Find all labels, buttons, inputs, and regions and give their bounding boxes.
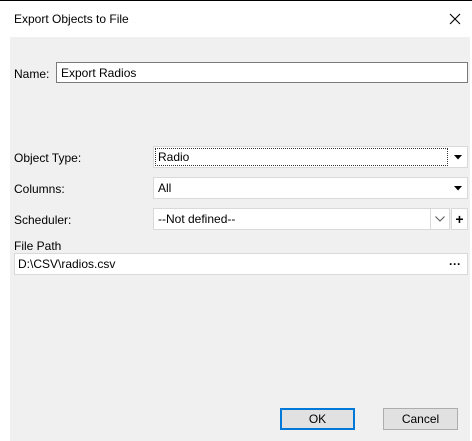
- add-scheduler-button[interactable]: +: [451, 208, 468, 230]
- name-field-value: Export Radios: [61, 65, 137, 80]
- ellipsis-icon: ···: [449, 257, 461, 271]
- scheduler-dropdown-button[interactable]: [430, 209, 449, 229]
- chevron-down-icon: [435, 216, 445, 222]
- name-label: Name:: [14, 67, 50, 81]
- dialog-body: Name: Export Radios Object Type: Radio C…: [10, 37, 470, 441]
- close-button[interactable]: [438, 1, 472, 37]
- chevron-down-icon[interactable]: [449, 147, 467, 167]
- file-path-value: D:\CSV\radios.csv: [18, 257, 116, 271]
- cancel-button[interactable]: Cancel: [383, 408, 458, 430]
- columns-label: Columns:: [14, 182, 65, 196]
- cancel-button-label: Cancel: [401, 412, 440, 426]
- scheduler-value: --Not defined--: [158, 212, 236, 226]
- columns-value: All: [158, 181, 172, 195]
- title-bar: Export Objects to File: [0, 1, 472, 37]
- scheduler-select[interactable]: --Not defined--: [153, 208, 450, 230]
- scheduler-label: Scheduler:: [14, 213, 72, 227]
- close-icon: [449, 13, 461, 25]
- object-type-label: Object Type:: [14, 151, 82, 165]
- plus-icon: +: [455, 211, 464, 227]
- object-type-value: Radio: [155, 148, 448, 166]
- dialog-title: Export Objects to File: [14, 12, 129, 26]
- columns-select[interactable]: All: [153, 177, 468, 199]
- name-field[interactable]: Export Radios: [56, 62, 468, 83]
- ok-button[interactable]: OK: [280, 408, 355, 430]
- file-path-label: File Path: [14, 239, 62, 253]
- file-path-field[interactable]: D:\CSV\radios.csv ···: [14, 253, 468, 275]
- ok-button-label: OK: [308, 412, 327, 426]
- object-type-select[interactable]: Radio: [153, 146, 468, 168]
- chevron-down-icon[interactable]: [449, 178, 467, 198]
- browse-button[interactable]: ···: [445, 254, 465, 274]
